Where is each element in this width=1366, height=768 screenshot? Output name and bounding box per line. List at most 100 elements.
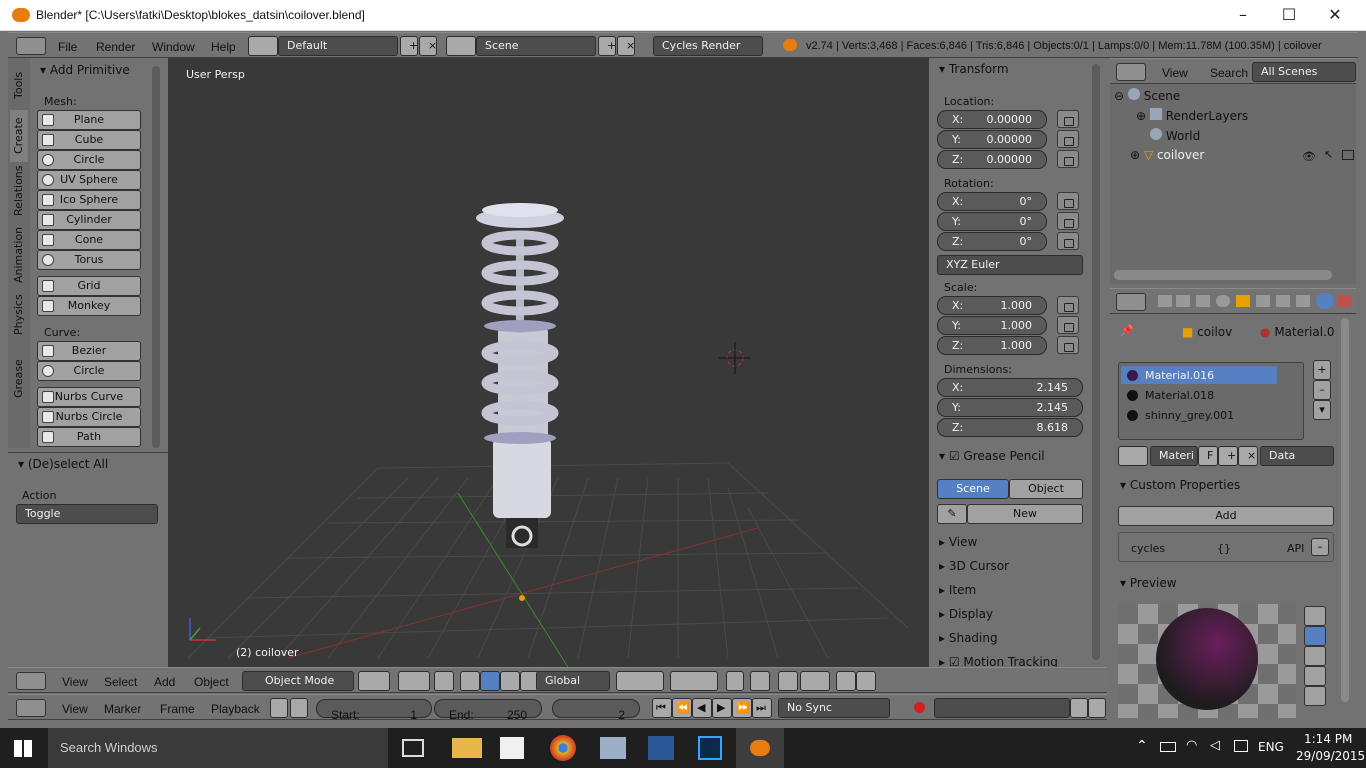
location-x-lock-icon[interactable] <box>1057 110 1079 128</box>
custom-properties-add-button[interactable]: Add <box>1118 506 1334 526</box>
material-slot-shinny-grey[interactable]: shinny_grey.001 <box>1145 409 1234 422</box>
material-unlink-button[interactable]: × <box>1238 446 1258 466</box>
timeline-editor-icon[interactable] <box>16 699 46 717</box>
material-name-field[interactable]: Materi <box>1150 446 1198 466</box>
photos-app-icon[interactable] <box>600 737 626 759</box>
jump-key-forward-button[interactable]: ⏩ <box>732 698 752 718</box>
material-fake-user-button[interactable]: F <box>1198 446 1218 466</box>
add-primitive-title[interactable]: ▾ Add Primitive <box>40 63 130 77</box>
pin-icon[interactable]: 📌 <box>1120 324 1134 337</box>
rotation-x-lock-icon[interactable] <box>1057 192 1079 210</box>
material-slot-018[interactable]: Material.018 <box>1145 389 1214 402</box>
view3d-editor-icon[interactable] <box>16 672 46 690</box>
grease-new-button[interactable]: New <box>967 504 1083 524</box>
layers-grid-1[interactable] <box>616 671 664 691</box>
record-icon[interactable] <box>914 702 925 713</box>
tab-create[interactable]: Create <box>10 110 28 162</box>
search-box[interactable]: Search Windows <box>48 728 388 768</box>
minimize-button[interactable]: – <box>1220 0 1266 31</box>
world-tab-icon[interactable] <box>1216 295 1230 307</box>
preview-hair-button[interactable] <box>1304 686 1326 706</box>
clock-time[interactable]: 1:14 PM <box>1304 732 1352 746</box>
outliner-editor-icon[interactable] <box>1116 63 1146 81</box>
menu-help[interactable]: Help <box>211 40 236 54</box>
view3d-menu-select[interactable]: Select <box>104 675 137 689</box>
view3d-menu-view[interactable]: View <box>62 675 88 689</box>
preview-monkey-button[interactable] <box>1304 666 1326 686</box>
snap-element-dropdown[interactable] <box>800 671 830 691</box>
scene-remove-button[interactable]: × <box>617 36 635 56</box>
preview-range-button[interactable] <box>270 698 288 718</box>
delete-keyframe-button[interactable] <box>1088 698 1106 718</box>
rotation-x-field[interactable]: X: 0° <box>937 192 1047 211</box>
timeline-menu-view[interactable]: View <box>62 702 88 716</box>
manipulator-toggle[interactable] <box>434 671 454 691</box>
view3d-menu-object[interactable]: Object <box>194 675 229 689</box>
photoshop-icon[interactable] <box>698 736 722 760</box>
add-cone-button[interactable]: Cone <box>37 230 141 250</box>
material-slot-add-button[interactable]: + <box>1313 360 1331 380</box>
outliner-row-coilover[interactable]: ⊕ ▽ coilover <box>1130 148 1204 162</box>
rotation-mode-dropdown[interactable]: XYZ Euler <box>937 255 1083 275</box>
data-tab-icon[interactable] <box>1296 295 1310 307</box>
add-ico-sphere-button[interactable]: Ico Sphere <box>37 190 141 210</box>
scale-z-field[interactable]: Z: 1.000 <box>937 336 1047 355</box>
preview-flat-button[interactable] <box>1304 606 1326 626</box>
timeline-menu-playback[interactable]: Playback <box>211 702 260 716</box>
n-panel-scrollbar[interactable] <box>1092 64 1100 660</box>
view-section[interactable]: ▸ View <box>939 535 977 549</box>
menu-window[interactable]: Window <box>152 40 195 54</box>
grease-scene-button[interactable]: Scene <box>937 479 1009 499</box>
location-y-field[interactable]: Y: 0.00000 <box>937 130 1047 149</box>
3d-cursor-section[interactable]: ▸ 3D Cursor <box>939 559 1009 573</box>
action-center-icon[interactable] <box>1234 740 1248 752</box>
tab-physics[interactable]: Physics <box>10 290 28 340</box>
start-windows-icon[interactable] <box>14 740 32 757</box>
shading-section[interactable]: ▸ Shading <box>939 631 998 645</box>
layout-selector[interactable] <box>248 36 278 56</box>
jump-key-back-button[interactable]: ⏪ <box>672 698 692 718</box>
preview-cube-button[interactable] <box>1304 646 1326 666</box>
file-explorer-icon[interactable] <box>452 738 482 758</box>
transform-title[interactable]: ▾ Transform <box>939 62 1009 76</box>
blender-taskbar-icon[interactable] <box>736 728 784 768</box>
object-tab-icon[interactable] <box>1236 295 1250 307</box>
input-language[interactable]: ENG <box>1258 740 1284 754</box>
clock-date[interactable]: 29/09/2015 <box>1296 749 1365 763</box>
grease-object-button[interactable]: Object <box>1009 479 1083 499</box>
tab-tools[interactable]: Tools <box>10 62 28 108</box>
snap-toggle-button[interactable] <box>778 671 798 691</box>
selectable-cursor-icon[interactable]: ↖ <box>1324 148 1333 161</box>
outliner-hscrollbar[interactable] <box>1114 270 1332 280</box>
render-anim-button[interactable] <box>856 671 876 691</box>
location-z-lock-icon[interactable] <box>1057 150 1079 168</box>
rotate-manipulator-button[interactable] <box>480 671 500 691</box>
lock-time-button[interactable] <box>290 698 308 718</box>
show-hidden-icons-icon[interactable]: ⌃ <box>1136 738 1148 754</box>
layout-name[interactable]: Default <box>278 36 398 56</box>
play-button[interactable]: ▶ <box>712 698 732 718</box>
scene-name[interactable]: Scene <box>476 36 596 56</box>
start-frame-field[interactable]: Start: 1 <box>316 699 432 722</box>
jump-start-button[interactable]: ⏮ <box>652 698 672 718</box>
outliner-row-world[interactable]: World <box>1150 128 1200 143</box>
sync-dropdown[interactable]: No Sync <box>778 698 890 718</box>
add-torus-button[interactable]: Torus <box>37 250 141 270</box>
view3d-menu-add[interactable]: Add <box>154 675 175 689</box>
add-grid-button[interactable]: Grid <box>37 276 141 296</box>
grease-brush-icon[interactable]: ✎ <box>937 504 967 524</box>
store-icon[interactable] <box>500 737 524 759</box>
preview-sphere-button[interactable] <box>1304 626 1326 646</box>
render-engine-dropdown[interactable]: Cycles Render <box>653 36 763 56</box>
menu-render[interactable]: Render <box>96 40 135 54</box>
scale-z-lock-icon[interactable] <box>1057 336 1079 354</box>
material-link-dropdown[interactable]: Data <box>1260 446 1334 466</box>
grease-pencil-title[interactable]: ▾ ☑ Grease Pencil <box>939 449 1045 463</box>
add-nurbs-curve-button[interactable]: Nurbs Curve <box>37 387 141 407</box>
constraints-tab-icon[interactable] <box>1256 295 1270 307</box>
editor-type-icon[interactable] <box>16 37 46 55</box>
scene-selector[interactable] <box>446 36 476 56</box>
render-tab-icon[interactable] <box>1158 295 1172 307</box>
preview-title[interactable]: ▾ Preview <box>1120 576 1177 590</box>
layout-remove-button[interactable]: × <box>419 36 437 56</box>
